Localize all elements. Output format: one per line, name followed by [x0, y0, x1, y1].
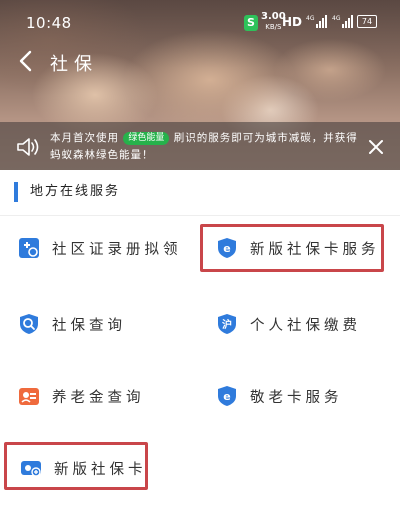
- service-item-community-register[interactable]: 社区证录册拟领: [18, 228, 182, 268]
- green-energy-badge: 绿色能量: [123, 132, 170, 145]
- service-item-pension-query[interactable]: 养老金查询: [18, 376, 145, 416]
- notice-bar: 本月首次使用 绿色能量 刷识的服务即可为城市减碳，并获得蚂蚁森林绿色能量！: [0, 122, 400, 172]
- notice-text-before: 本月首次使用: [50, 132, 119, 144]
- service-item-senior-card-service[interactable]: e 敬老卡服务: [216, 376, 343, 416]
- service-label: 养老金查询: [52, 389, 145, 406]
- service-item-social-security-query[interactable]: 社保查询: [18, 304, 126, 344]
- battery-icon: 74: [357, 15, 377, 28]
- notice-text: 本月首次使用 绿色能量 刷识的服务即可为城市减碳，并获得蚂蚁森林绿色能量！: [50, 130, 360, 164]
- signal-1-label: 4G: [306, 15, 315, 22]
- search-shield-icon: [20, 314, 38, 334]
- svg-text:沪: 沪: [222, 318, 232, 331]
- signal-icon: 4G: [306, 15, 327, 28]
- close-icon[interactable]: [367, 138, 385, 156]
- back-arrow-icon[interactable]: [14, 48, 40, 74]
- svg-text:e: e: [223, 390, 230, 403]
- pension-icon: [19, 388, 39, 405]
- divider: [0, 215, 400, 216]
- status-time: 10:48: [26, 14, 72, 32]
- services-card: 地方在线服务 社区证录册拟领 e 新版社保卡服务 社保查询 沪 个人社保缴费 养…: [0, 170, 400, 511]
- page-title: 社保: [50, 54, 98, 75]
- plus-doc-icon: [19, 238, 39, 258]
- speaker-icon: [17, 138, 39, 156]
- network-badge-icon: S: [244, 15, 258, 31]
- status-bar: 10:48 S 3.00 KB/S HD 4G 4G 74: [0, 0, 400, 46]
- signal-2-label: 4G: [332, 15, 341, 22]
- section-title: 地方在线服务: [14, 182, 120, 202]
- service-label: 敬老卡服务: [250, 389, 343, 406]
- highlight-box: [200, 224, 384, 272]
- e-shield-icon: e: [218, 386, 236, 406]
- signal-icon: 4G: [332, 15, 353, 28]
- service-label: 社区证录册拟领: [52, 241, 182, 258]
- highlight-box: [4, 442, 148, 490]
- service-label: 个人社保缴费: [250, 317, 361, 334]
- service-item-personal-payment[interactable]: 沪 个人社保缴费: [216, 304, 361, 344]
- hd-indicator: HD: [282, 15, 303, 29]
- hu-shield-icon: 沪: [218, 314, 236, 334]
- service-label: 社保查询: [52, 317, 126, 334]
